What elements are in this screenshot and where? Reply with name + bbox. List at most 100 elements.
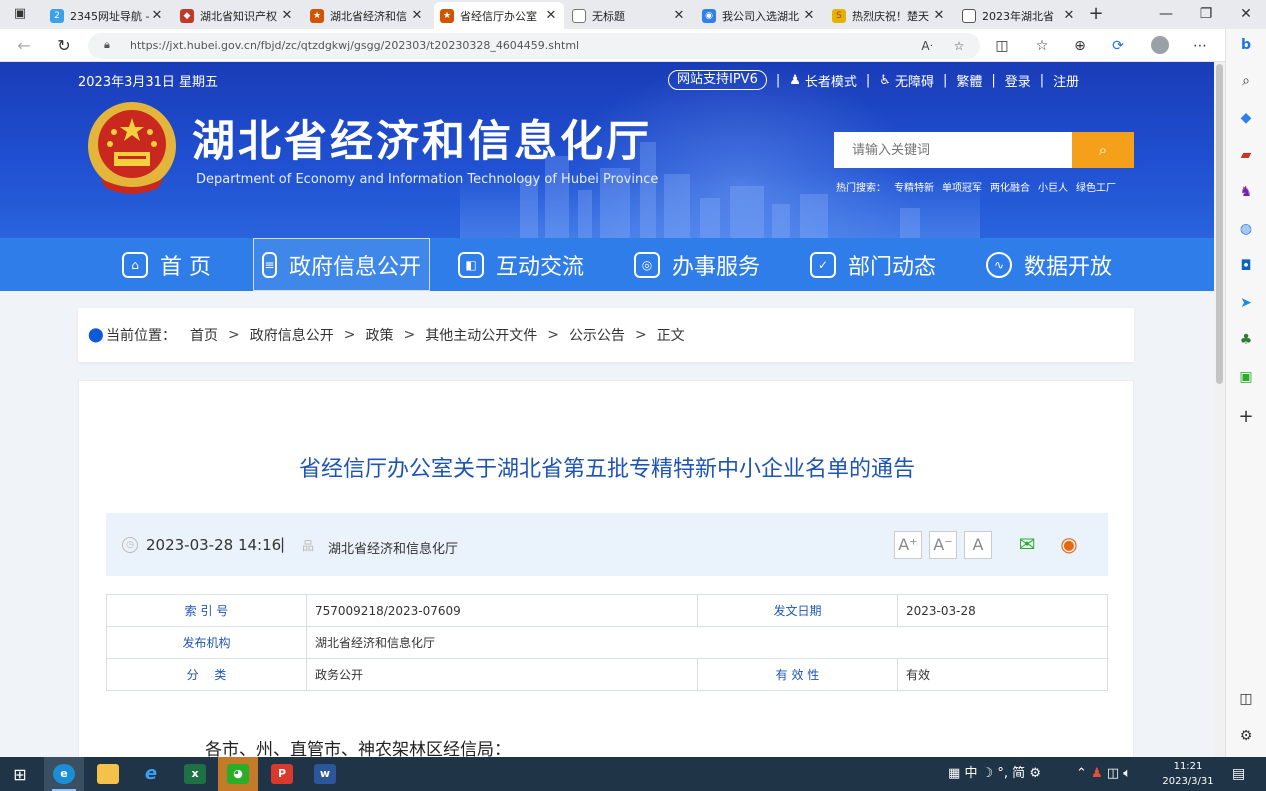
telegram-icon[interactable]: ➤: [1234, 291, 1258, 315]
search-field[interactable]: [834, 132, 1072, 168]
weibo-share-icon[interactable]: ◉: [1054, 529, 1084, 559]
wechat-share-icon[interactable]: ✉: [1012, 529, 1042, 559]
browser-tab[interactable]: ◉ 我公司入选湖北 ✕: [696, 2, 822, 29]
taskbar-word[interactable]: w: [305, 757, 345, 791]
browser-tab[interactable]: 无标题 ✕: [566, 2, 692, 29]
profile-icon[interactable]: [1150, 36, 1170, 56]
font-default-button[interactable]: A: [964, 531, 992, 559]
favorites-icon[interactable]: ☆: [1032, 36, 1052, 56]
volume-icon[interactable]: 🔈︎: [1123, 766, 1131, 781]
tab-close-icon[interactable]: ✕: [802, 8, 816, 23]
taskbar-edge[interactable]: e: [44, 757, 84, 791]
browser-tab[interactable]: 2023年湖北省 ✕: [956, 2, 1082, 29]
tray-expand-icon[interactable]: ⌃: [1076, 766, 1087, 781]
tab-actions-icon[interactable]: ▣: [10, 4, 30, 24]
add-icon[interactable]: +: [1234, 405, 1258, 429]
font-smaller-button[interactable]: A⁻: [929, 531, 957, 559]
ime-toolbar[interactable]: ▦ 中 ☽ °, 简 ⚙: [948, 757, 1041, 791]
taskbar-excel[interactable]: x: [175, 757, 215, 791]
ime-mode[interactable]: 中: [964, 766, 977, 781]
system-clock[interactable]: 11:21 2023/3/31: [1158, 759, 1218, 789]
taskbar-wechat[interactable]: ◕: [218, 757, 258, 791]
shopping-icon[interactable]: ◆: [1234, 106, 1258, 130]
restore-button[interactable]: ❐: [1186, 0, 1226, 29]
search-icon[interactable]: ⌕: [1234, 69, 1258, 93]
hot-search-term[interactable]: 小巨人: [1038, 179, 1068, 194]
tray-app-icon[interactable]: ♟: [1091, 766, 1103, 781]
close-window-button[interactable]: ✕: [1226, 0, 1266, 29]
split-screen-icon[interactable]: ◫: [992, 36, 1012, 56]
wechat-icon[interactable]: ▣: [1234, 365, 1258, 389]
search-input[interactable]: [834, 132, 1072, 168]
office-icon[interactable]: ◍: [1234, 217, 1258, 241]
login-link[interactable]: 登录: [1005, 71, 1031, 90]
minimize-button[interactable]: —: [1146, 0, 1186, 29]
new-tab-button[interactable]: +: [1086, 4, 1106, 24]
breadcrumb-link[interactable]: 其他主动公开文件: [425, 325, 537, 345]
collections-icon[interactable]: ⊕: [1070, 36, 1090, 56]
nav-interaction[interactable]: ◧ 互动交流: [458, 238, 584, 291]
url-field[interactable]: 🔒︎ https://jxt.hubei.gov.cn/fbjd/zc/qtzd…: [88, 33, 980, 59]
taskbar-ie[interactable]: e: [131, 757, 171, 791]
nav-news[interactable]: ✓ 部门动态: [810, 238, 936, 291]
outlook-icon[interactable]: ◘: [1234, 254, 1258, 278]
breadcrumb-link[interactable]: 首页: [190, 325, 218, 345]
nav-gov-info[interactable]: ≡ 政府信息公开: [253, 238, 430, 291]
hot-search-term[interactable]: 两化融合: [990, 179, 1030, 194]
system-tray[interactable]: ⌃ ♟ ◫ 🔈︎: [1076, 757, 1131, 791]
breadcrumb-link[interactable]: 政策: [365, 325, 393, 345]
tab-close-icon[interactable]: ✕: [544, 8, 558, 23]
hot-search-term[interactable]: 绿色工厂: [1076, 179, 1116, 194]
network-icon[interactable]: ◫: [1107, 766, 1119, 781]
tab-close-icon[interactable]: ✕: [672, 8, 686, 23]
font-larger-button[interactable]: A⁺: [894, 531, 922, 559]
hot-search-term[interactable]: 专精特新: [894, 179, 934, 194]
tree-icon[interactable]: ♣: [1234, 328, 1258, 352]
browser-tab[interactable]: S 热烈庆祝！楚天 ✕: [826, 2, 952, 29]
scrollbar-thumb[interactable]: [1216, 64, 1223, 384]
games-icon[interactable]: ♞: [1234, 180, 1258, 204]
nav-data[interactable]: ∿ 数据开放: [986, 238, 1112, 291]
accessibility-link[interactable]: 无障碍: [895, 71, 934, 90]
read-aloud-icon[interactable]: Aᐧ: [918, 37, 936, 55]
refresh-button[interactable]: ↻: [52, 34, 76, 58]
tools-icon[interactable]: ▰: [1234, 143, 1258, 167]
browser-tab[interactable]: ★ 湖北省经济和信 ✕: [304, 2, 430, 29]
browser-tab[interactable]: 2 2345网址导航 - ✕: [44, 2, 170, 29]
sidebar-toggle-icon[interactable]: ◫: [1234, 687, 1258, 711]
favorite-star-icon[interactable]: ☆: [950, 37, 968, 55]
tab-close-icon[interactable]: ✕: [932, 8, 946, 23]
settings-icon[interactable]: ⚙: [1234, 724, 1258, 748]
nav-service[interactable]: ◎ 办事服务: [634, 238, 760, 291]
browser-tab[interactable]: ◆ 湖北省知识产权 ✕: [174, 2, 300, 29]
register-link[interactable]: 注册: [1053, 71, 1079, 90]
elder-mode-link[interactable]: 长者模式: [805, 71, 857, 90]
traditional-chinese-link[interactable]: 繁體: [956, 71, 982, 90]
lock-icon[interactable]: 🔒︎: [104, 38, 116, 52]
article-panel: 省经信厅办公室关于湖北省第五批专精特新中小企业名单的通告 ◷ 2023-03-2…: [78, 380, 1134, 757]
taskbar-app[interactable]: P: [262, 757, 302, 791]
site-title[interactable]: 湖北省经济和信息化厅: [192, 107, 652, 169]
tab-close-icon[interactable]: ✕: [410, 8, 424, 23]
back-button[interactable]: ←: [12, 34, 36, 58]
search-button[interactable]: ⌕: [1072, 132, 1134, 168]
taskbar-explorer[interactable]: [88, 757, 128, 791]
browser-tab-active[interactable]: ★ 省经信厅办公室 ✕: [434, 2, 564, 29]
ipv6-badge[interactable]: 网站支持IPV6: [668, 70, 767, 90]
more-icon[interactable]: ⋯: [1190, 36, 1210, 56]
url-text[interactable]: https://jxt.hubei.gov.cn/fbjd/zc/qtzdgkw…: [130, 39, 579, 52]
nav-home[interactable]: ⌂ 首 页: [122, 238, 211, 291]
breadcrumb-link[interactable]: 政府信息公开: [250, 325, 334, 345]
tab-close-icon[interactable]: ✕: [1062, 8, 1076, 23]
hot-search-term[interactable]: 单项冠军: [942, 179, 982, 194]
table-row: 分 类 政务公开 有 效 性 有效: [106, 658, 1108, 691]
breadcrumb-link[interactable]: 公示公告: [569, 325, 625, 345]
ime-simplified[interactable]: 简: [1012, 766, 1025, 781]
page-scrollbar[interactable]: [1214, 62, 1225, 757]
bing-icon[interactable]: b: [1234, 33, 1258, 57]
tab-close-icon[interactable]: ✕: [150, 8, 164, 23]
edge-icon[interactable]: ⟳: [1108, 36, 1128, 56]
start-button[interactable]: ⊞: [0, 757, 40, 791]
tab-close-icon[interactable]: ✕: [280, 8, 294, 23]
notification-icon[interactable]: ▤: [1232, 757, 1245, 791]
